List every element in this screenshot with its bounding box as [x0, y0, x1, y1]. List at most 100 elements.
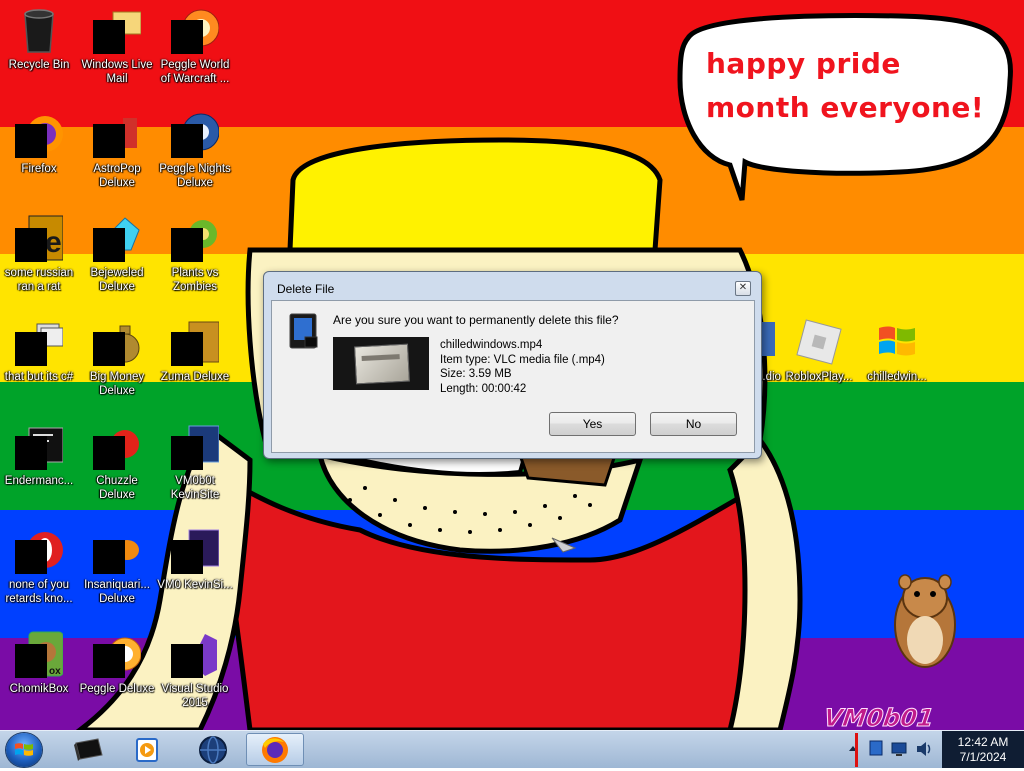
- desktop-icon-label: that but its c#: [4, 371, 74, 383]
- censor-block: [171, 436, 203, 470]
- media-player-icon: [136, 738, 158, 762]
- delete-file-dialog: Delete File ✕ Are you sure you want to p…: [263, 271, 762, 459]
- network-icon[interactable]: [868, 731, 886, 768]
- desktop-icon-some-russian-ran-a-rat[interactable]: e some russian ran a rat: [0, 214, 78, 294]
- no-button[interactable]: No: [650, 412, 737, 436]
- desktop-icon-robloxplayer[interactable]: RobloxPlay...: [780, 318, 858, 384]
- desktop-icon-label: Bejeweled Deluxe: [90, 267, 144, 293]
- firefox-icon: [262, 737, 288, 763]
- desktop-icon-chuzzle-deluxe[interactable]: Chuzzle Deluxe: [78, 422, 156, 502]
- desktop-icon-none-of-you[interactable]: none of you retards kno...: [0, 526, 78, 606]
- desktop-icon-label: AstroPop Deluxe: [93, 163, 141, 189]
- desktop-icon-zuma-deluxe[interactable]: Zuma Deluxe: [156, 318, 234, 384]
- censor-block: [15, 124, 47, 158]
- taskbar-item-console[interactable]: [62, 733, 117, 766]
- file-item-type: Item type: VLC media file (.mp4): [440, 353, 605, 366]
- desktop-icon-label: Peggle World of Warcraft ...: [160, 59, 230, 85]
- desktop-icon-windows-live-mail[interactable]: Windows Live Mail: [78, 6, 156, 86]
- svg-text:e: e: [45, 226, 62, 259]
- desktop-icon-endermanc[interactable]: Endermanc...: [0, 422, 78, 488]
- desktop-icon-label: Recycle Bin: [8, 59, 70, 71]
- taskbar-item-globe[interactable]: [186, 733, 241, 766]
- desktop-icon-firefox[interactable]: Firefox: [0, 110, 78, 176]
- censor-block: [93, 540, 125, 574]
- desktop-icon-chomikbox[interactable]: ox ChomikBox: [0, 630, 78, 696]
- dialog-titlebar[interactable]: Delete File ✕: [264, 272, 761, 300]
- desktop-icon-plants-vs-zombies[interactable]: Plants vs Zombies: [156, 214, 234, 294]
- file-size: Size: 3.59 MB: [440, 368, 512, 380]
- desktop-icon-label: Zuma Deluxe: [160, 371, 230, 383]
- desktop-icon-peggle-nights-deluxe[interactable]: Peggle Nights Deluxe: [156, 110, 234, 190]
- yes-button[interactable]: Yes: [549, 412, 636, 436]
- desktop-icon-label: Firefox: [21, 163, 57, 175]
- desktop-icon-label: VM0b0t KevinSite: [170, 475, 220, 501]
- desktop-icon-label: Endermanc...: [4, 475, 74, 487]
- taskbar-item-media-player[interactable]: [120, 733, 175, 766]
- file-type-icon: [289, 313, 318, 349]
- file-length: Length: 00:00:42: [440, 382, 527, 395]
- censor-block: [93, 332, 125, 366]
- desktop-icon-label: Visual Studio 2015: [161, 683, 229, 709]
- desktop-icon-peggle-deluxe[interactable]: Peggle Deluxe: [78, 630, 156, 696]
- watermark-text: VM0b01: [822, 704, 937, 731]
- desktop-icon-label: Peggle Nights Deluxe: [159, 163, 231, 189]
- desktop-icon-astropop-deluxe[interactable]: AstroPop Deluxe: [78, 110, 156, 190]
- desktop-icon-label: Big Money Deluxe: [89, 371, 145, 397]
- recycle-bin-icon: [24, 9, 54, 53]
- dialog-body: Are you sure you want to permanently del…: [271, 300, 755, 453]
- desktop-icon-that-but-its-csharp[interactable]: that but its c#: [0, 318, 78, 384]
- desktop-icon-bejeweled-deluxe[interactable]: Bejeweled Deluxe: [78, 214, 156, 294]
- close-icon: ✕: [738, 282, 748, 293]
- svg-text:ox: ox: [49, 666, 61, 677]
- close-button[interactable]: ✕: [735, 281, 751, 296]
- censor-block: [15, 228, 47, 262]
- speaker-icon[interactable]: [914, 731, 934, 768]
- file-details: chilledwindows.mp4 Item type: VLC media …: [440, 338, 605, 396]
- video-thumbnail: [333, 337, 429, 390]
- desktop-icon-label: some russian ran a rat: [4, 267, 74, 293]
- censor-block: [171, 20, 203, 54]
- censor-block: [171, 124, 203, 158]
- desktop-icon-insaniquarium-deluxe[interactable]: Insaniquari... Deluxe: [78, 526, 156, 606]
- censor-block: [171, 332, 203, 366]
- censor-block: [171, 228, 203, 262]
- censor-block: [93, 436, 125, 470]
- hamster-icon: [894, 574, 956, 668]
- desktop-icon-label: Plants vs Zombies: [171, 267, 219, 293]
- desktop-icon-recycle-bin[interactable]: Recycle Bin: [0, 6, 78, 72]
- clock-date: 7/1/2024: [959, 750, 1007, 764]
- tray-divider: [855, 733, 858, 767]
- start-button[interactable]: [6, 733, 42, 767]
- desktop-icon-visual-studio-2015[interactable]: Visual Studio 2015: [156, 630, 234, 710]
- desktop-icon-vm0b0t-kevinsite[interactable]: VM0b0t KevinSite: [156, 422, 234, 502]
- censor-block: [171, 644, 203, 678]
- taskbar: 12:42 AM 7/1/2024: [0, 730, 1024, 768]
- console-icon: [74, 738, 103, 761]
- windows-logo-icon: [15, 743, 33, 756]
- desktop-icon-label: none of you retards kno...: [5, 579, 73, 605]
- desktop-icon-vm0-kevinsite[interactable]: VM0 KevinSi...: [156, 526, 234, 592]
- desktop-icon-label: Windows Live Mail: [81, 59, 153, 85]
- censor-block: [93, 228, 125, 262]
- desktop-icon-label: Chuzzle Deluxe: [96, 475, 138, 501]
- desktop-icon-peggle-world-of-warcraft[interactable]: Peggle World of Warcraft ...: [156, 6, 234, 86]
- dialog-title: Delete File: [277, 282, 335, 296]
- clock-time: 12:42 AM: [957, 735, 1009, 749]
- censor-block: [171, 540, 203, 574]
- monitor-icon[interactable]: [890, 731, 910, 768]
- desktop-icon-chilledwindows[interactable]: chilledwin...: [858, 318, 936, 384]
- taskbar-clock[interactable]: 12:42 AM 7/1/2024: [942, 731, 1024, 768]
- desktop-icon-label: chilledwin...: [867, 371, 927, 383]
- thumbnail-frame: [354, 343, 410, 385]
- desktop-icon-big-money-deluxe[interactable]: Big Money Deluxe: [78, 318, 156, 398]
- taskbar-item-firefox[interactable]: [246, 733, 304, 766]
- censor-block: [93, 20, 125, 54]
- desktop-icon-label: Insaniquari... Deluxe: [84, 579, 150, 605]
- desktop-icon-label: Peggle Deluxe: [79, 683, 155, 695]
- roblox-icon: [796, 319, 842, 365]
- globe-icon: [199, 736, 227, 764]
- windows-logo-icon: [879, 326, 915, 356]
- censor-block: [15, 436, 47, 470]
- censor-block: [15, 540, 47, 574]
- censor-block: [93, 124, 125, 158]
